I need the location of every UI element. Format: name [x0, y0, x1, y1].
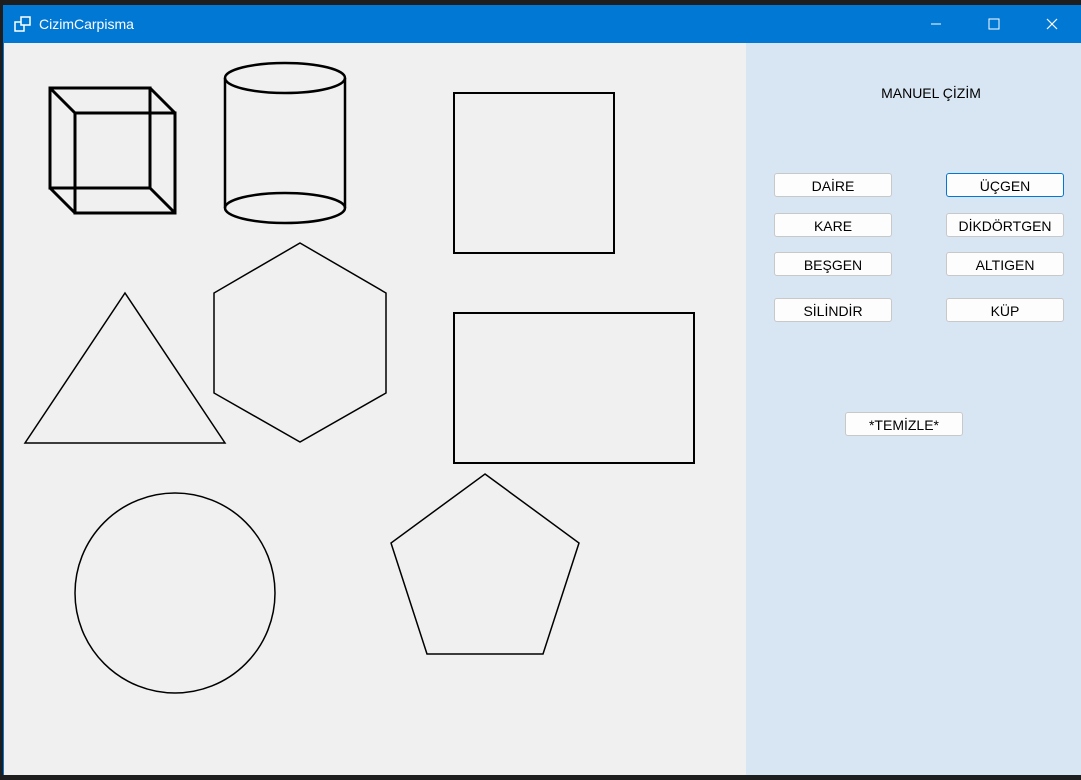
- drawing-canvas[interactable]: [4, 43, 746, 775]
- panel-title: MANUEL ÇİZİM: [881, 85, 981, 101]
- close-button[interactable]: [1023, 5, 1081, 43]
- clear-button[interactable]: *TEMİZLE*: [845, 412, 963, 436]
- hexagon-button[interactable]: ALTIGEN: [946, 252, 1064, 276]
- maximize-button[interactable]: [965, 5, 1023, 43]
- pentagon-button[interactable]: BEŞGEN: [774, 252, 892, 276]
- triangle-button[interactable]: ÜÇGEN: [946, 173, 1064, 197]
- cube-button[interactable]: KÜP: [946, 298, 1064, 322]
- control-panel: MANUEL ÇİZİM DAİRE ÜÇGEN KARE DİKDÖRTGEN…: [746, 43, 1081, 775]
- minimize-button[interactable]: [907, 5, 965, 43]
- drawing-surface: [23, 61, 695, 694]
- close-icon: [1046, 18, 1058, 30]
- rectangle-button[interactable]: DİKDÖRTGEN: [946, 213, 1064, 237]
- triangle-shape: [23, 291, 227, 444]
- cube-shape: [48, 86, 177, 215]
- circle-shape: [74, 492, 276, 694]
- square-button[interactable]: KARE: [774, 213, 892, 237]
- pentagon-shape: [390, 473, 580, 655]
- rectangle-shape: [453, 312, 695, 464]
- window-title: CizimCarpisma: [39, 16, 134, 32]
- hexagon-shape: [213, 242, 387, 443]
- app-window: CizimCarpisma MANUEL ÇİZİM DAİRE ÜÇGEN K…: [3, 5, 1081, 775]
- title-bar[interactable]: CizimCarpisma: [4, 5, 1081, 43]
- minimize-icon: [931, 23, 941, 25]
- cylinder-button[interactable]: SİLİNDİR: [774, 298, 892, 322]
- app-icon: [14, 16, 31, 32]
- circle-button[interactable]: DAİRE: [774, 173, 892, 197]
- maximize-icon: [988, 18, 1000, 30]
- square-shape: [453, 92, 615, 254]
- cylinder-shape: [223, 61, 347, 225]
